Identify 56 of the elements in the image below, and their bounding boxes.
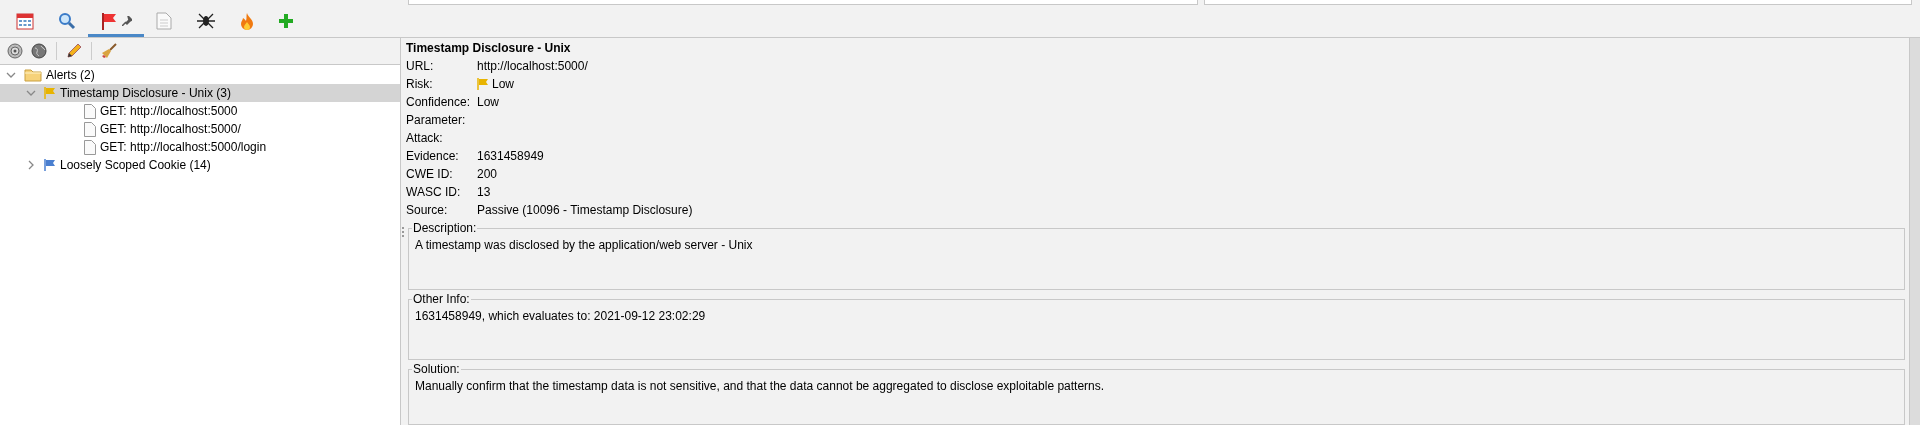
tree-label: Loosely Scoped Cookie (14)	[60, 157, 211, 174]
chevron-down-icon[interactable]	[26, 88, 36, 98]
tree-row[interactable]: GET: http://localhost:5000/login	[0, 138, 400, 156]
folder-icon	[24, 68, 42, 82]
toolbar-button[interactable]	[4, 40, 26, 62]
tree-label: Timestamp Disclosure - Unix (3)	[60, 85, 231, 102]
field-value: 13	[477, 184, 491, 201]
tree-row[interactable]: GET: http://localhost:5000	[0, 102, 400, 120]
field-label: Parameter:	[406, 112, 467, 129]
chevron-down-icon[interactable]	[6, 70, 16, 80]
document-icon	[84, 121, 96, 137]
field-label: URL:	[406, 58, 435, 75]
field-label: Source:	[406, 202, 449, 219]
field-label: WASC ID:	[406, 184, 462, 201]
section-text: 1631458949, which evaluates to: 2021-09-12 23:02:29	[415, 307, 707, 324]
tree-label: GET: http://localhost:5000/login	[100, 139, 267, 156]
search-icon	[58, 11, 76, 30]
section-text: A timestamp was disclosed by the application/web server - Unix	[415, 237, 754, 253]
add-icon	[278, 12, 294, 29]
fire-icon	[240, 11, 254, 30]
field-label: Attack:	[406, 130, 444, 147]
spider-icon	[196, 11, 216, 30]
tree-label: GET: http://localhost:5000/	[100, 121, 241, 138]
field-value: 200	[477, 166, 498, 183]
field-value: Low	[477, 94, 499, 111]
pin-icon	[122, 15, 132, 26]
section-legend: Description:	[412, 221, 478, 235]
field-label: Confidence:	[406, 94, 472, 111]
section-text: Manually confirm that the timestamp data is not sensitive, and that the data cannot be aggregated to disclose exploitable patterns.	[415, 378, 1106, 394]
flag-icon	[100, 11, 118, 30]
calendar-icon	[16, 11, 34, 30]
document-icon	[84, 103, 96, 119]
broom-icon	[101, 43, 117, 59]
globe-icon	[31, 43, 47, 59]
field-value: 1631458949	[477, 148, 544, 165]
target-icon	[7, 43, 23, 59]
toolbar-button[interactable]	[28, 40, 50, 62]
field-value: Passive (10096 - Timestamp Disclosure)	[477, 202, 693, 219]
tree-label: GET: http://localhost:5000	[100, 103, 238, 120]
alert-title: Timestamp Disclosure - Unix	[406, 40, 572, 57]
field-label: Risk:	[406, 76, 434, 93]
tree-label: Alerts (2)	[46, 67, 95, 84]
document-icon	[156, 11, 172, 30]
chevron-right-icon[interactable]	[26, 160, 36, 170]
section-legend: Other Info:	[412, 291, 471, 306]
tree-row[interactable]: Loosely Scoped Cookie (14)	[0, 156, 400, 174]
document-icon	[84, 139, 96, 155]
pencil-icon	[66, 43, 82, 59]
section-legend: Solution:	[412, 362, 461, 376]
field-label: Evidence:	[406, 148, 460, 165]
field-label: CWE ID:	[406, 166, 454, 183]
field-value: Low	[477, 75, 514, 93]
tree-row[interactable]: GET: http://localhost:5000/	[0, 120, 400, 138]
field-value: http://localhost:5000/	[477, 58, 588, 75]
tree-row[interactable]: Alerts (2)	[0, 66, 400, 84]
tree-row[interactable]: Timestamp Disclosure - Unix (3)	[0, 84, 400, 102]
